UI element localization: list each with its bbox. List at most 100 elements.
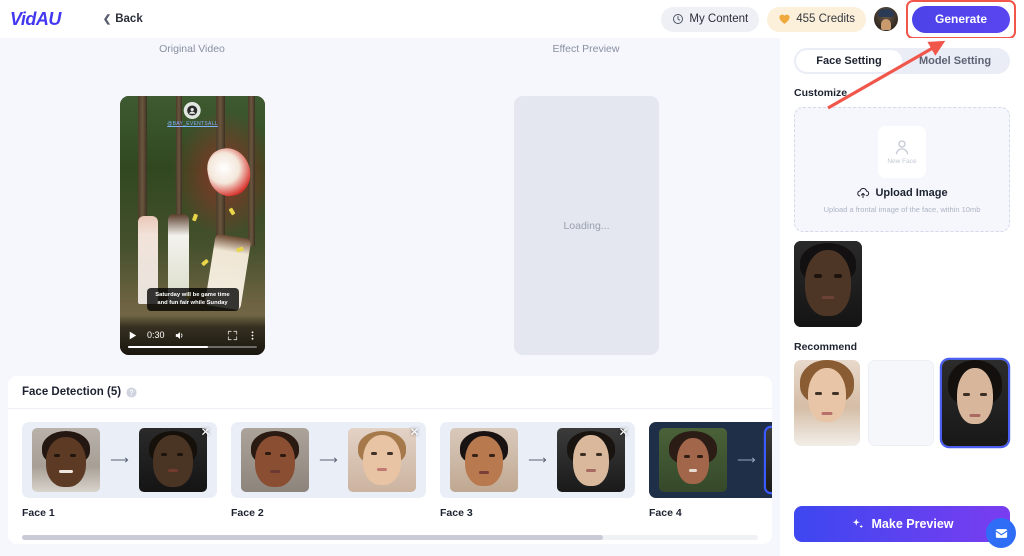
face-art bbox=[794, 360, 860, 446]
mouth bbox=[270, 470, 281, 473]
original-video-label: Original Video bbox=[159, 43, 225, 55]
face-art bbox=[241, 428, 309, 492]
eye bbox=[834, 274, 842, 278]
tab-model-setting[interactable]: Model Setting bbox=[902, 50, 1008, 72]
recommend-row bbox=[794, 360, 1010, 446]
back-button[interactable]: ❮ Back bbox=[103, 13, 143, 25]
target-face-thumb[interactable] bbox=[138, 428, 207, 492]
my-content-label: My Content bbox=[689, 13, 749, 25]
eye bbox=[160, 453, 167, 456]
head-shape bbox=[152, 435, 193, 487]
arrow-right-icon: ⟶ bbox=[319, 452, 338, 467]
upload-image-dropzone[interactable]: New Face Upload Image Upload a frontal i… bbox=[794, 107, 1010, 232]
head-shape bbox=[255, 436, 296, 487]
sparkle-icon bbox=[852, 518, 863, 529]
play-icon[interactable] bbox=[127, 330, 138, 341]
cloud-upload-icon bbox=[857, 187, 870, 198]
scrollbar-thumb[interactable] bbox=[22, 535, 604, 540]
mouth bbox=[167, 469, 178, 472]
eye bbox=[176, 453, 183, 456]
confetti bbox=[191, 213, 199, 222]
head-shape bbox=[572, 435, 609, 486]
recommend-face-card[interactable] bbox=[942, 360, 1008, 446]
face-detection-card[interactable]: ⟶ ✕ Face 1 bbox=[22, 422, 217, 519]
recommend-face-card-empty[interactable] bbox=[868, 360, 934, 446]
stage-area: Original Video Effect Preview @BAY_EVENT… bbox=[0, 38, 780, 370]
mouth bbox=[689, 469, 698, 472]
confetti bbox=[201, 258, 209, 267]
mouth bbox=[479, 471, 490, 474]
target-face-thumb[interactable] bbox=[556, 428, 625, 492]
face-detection-title: Face Detection (5) bbox=[22, 386, 122, 398]
app-logo[interactable]: VidAU bbox=[10, 9, 61, 30]
video-caption: Saturday will be game time and fun fair … bbox=[146, 287, 239, 311]
face-detection-panel: Face Detection (5) ⟶ ✕ Face 1 ⟶ ✕ Face 2… bbox=[8, 376, 772, 544]
pinata-object bbox=[203, 144, 255, 200]
face-detection-list[interactable]: ⟶ ✕ Face 1 ⟶ ✕ Face 2 ⟶ ✕ Face 3 ⟶ Face … bbox=[8, 409, 772, 519]
face-swap-pair: ⟶ ✕ bbox=[440, 422, 635, 498]
tab-face-setting[interactable]: Face Setting bbox=[796, 50, 902, 72]
face-art bbox=[766, 428, 772, 492]
recommend-face-card[interactable] bbox=[794, 360, 860, 446]
help-circle-icon[interactable] bbox=[126, 386, 137, 398]
face-art bbox=[794, 241, 862, 327]
video-progress-bar[interactable] bbox=[128, 345, 257, 348]
watermark-badge-icon bbox=[184, 102, 201, 119]
horizontal-scrollbar[interactable] bbox=[22, 535, 758, 540]
upload-image-action[interactable]: Upload Image bbox=[856, 187, 948, 199]
fullscreen-icon[interactable] bbox=[227, 330, 238, 341]
eye bbox=[265, 452, 272, 455]
target-face-thumb[interactable] bbox=[765, 428, 772, 492]
close-icon[interactable]: ✕ bbox=[408, 426, 421, 439]
close-icon[interactable]: ✕ bbox=[617, 426, 630, 439]
close-icon[interactable]: ✕ bbox=[199, 426, 212, 439]
generate-button[interactable]: Generate bbox=[912, 5, 1010, 33]
video-time: 0:30 bbox=[147, 330, 165, 340]
face-detection-card[interactable]: ⟶ ✕ Face 2 bbox=[231, 422, 426, 519]
eye bbox=[814, 274, 822, 278]
eye bbox=[595, 453, 602, 456]
face-card-label: Face 2 bbox=[231, 507, 264, 519]
clock-icon bbox=[673, 14, 684, 24]
video-controls: 0:30 bbox=[120, 315, 265, 355]
head-shape bbox=[805, 250, 851, 316]
confetti bbox=[228, 207, 236, 216]
source-face-thumb[interactable] bbox=[659, 428, 728, 492]
user-avatar[interactable] bbox=[874, 7, 898, 31]
face-detection-card[interactable]: ⟶ ✕ Face 4 bbox=[649, 422, 772, 519]
target-face-thumb[interactable] bbox=[347, 428, 416, 492]
volume-icon[interactable] bbox=[174, 330, 185, 341]
make-preview-button[interactable]: Make Preview bbox=[794, 506, 1010, 542]
face-swap-pair: ⟶ ✕ bbox=[22, 422, 217, 498]
face-detection-card[interactable]: ⟶ ✕ Face 3 bbox=[440, 422, 635, 519]
more-vertical-icon[interactable] bbox=[247, 330, 258, 341]
person-icon bbox=[895, 140, 909, 155]
source-face-thumb[interactable] bbox=[241, 428, 310, 492]
credits-label: 455 Credits bbox=[796, 13, 855, 25]
eye bbox=[684, 455, 691, 458]
mouth bbox=[376, 468, 387, 471]
settings-tabs: Face Setting Model Setting bbox=[794, 48, 1010, 74]
face-art bbox=[942, 360, 1008, 446]
face-art bbox=[450, 428, 518, 492]
original-video-player[interactable]: @BAY_EVENTSALL Saturday will be game tim… bbox=[120, 96, 265, 355]
face-art bbox=[32, 428, 100, 492]
my-content-button[interactable]: My Content bbox=[661, 6, 760, 32]
chevron-left-icon: ❮ bbox=[102, 13, 112, 25]
source-face-thumb[interactable] bbox=[32, 428, 101, 492]
mouth bbox=[59, 470, 74, 473]
uploaded-face-thumb[interactable] bbox=[794, 241, 862, 327]
top-header: VidAU ❮ Back My Content 455 Credits Gene… bbox=[0, 0, 1024, 39]
chat-bubble-icon[interactable] bbox=[986, 518, 1016, 548]
face-detection-header: Face Detection (5) bbox=[8, 376, 772, 409]
avatar-glyph-icon bbox=[187, 105, 198, 116]
arrow-right-icon: ⟶ bbox=[737, 452, 756, 467]
eye bbox=[815, 392, 822, 395]
eye bbox=[832, 392, 839, 395]
face-card-label: Face 4 bbox=[649, 507, 682, 519]
heart-coin-icon bbox=[779, 14, 790, 24]
face-art bbox=[557, 428, 625, 492]
credits-badge[interactable]: 455 Credits bbox=[767, 6, 866, 32]
recommend-label: Recommend bbox=[794, 341, 858, 353]
source-face-thumb[interactable] bbox=[450, 428, 519, 492]
